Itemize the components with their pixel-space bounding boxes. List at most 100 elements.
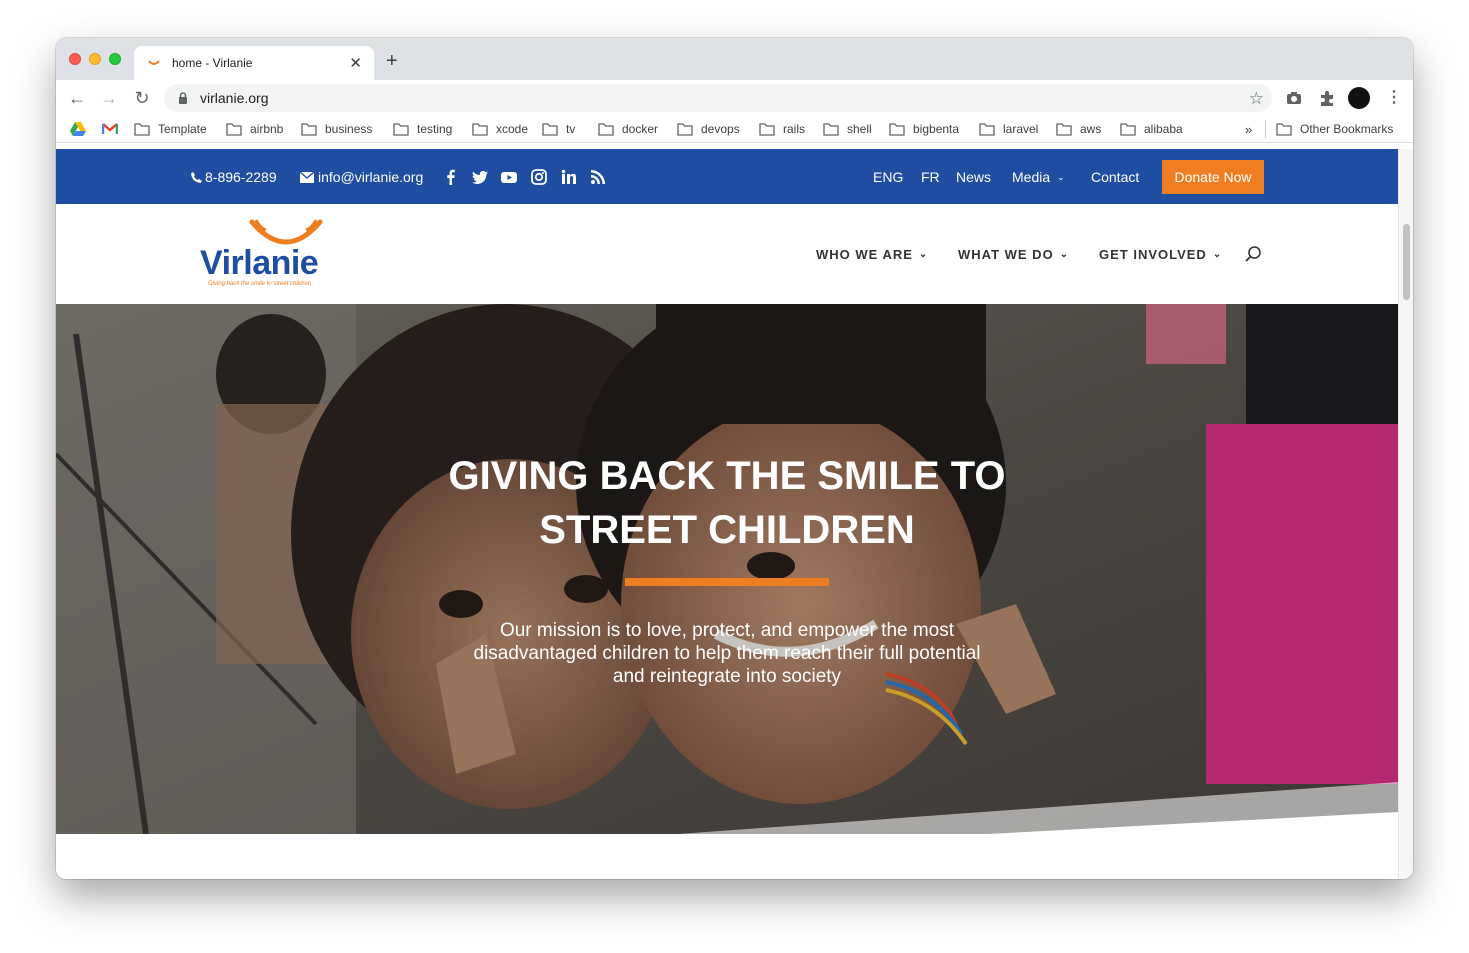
bookmark-label: testing	[417, 122, 453, 136]
hero-accent-bar	[625, 578, 829, 586]
folder-icon	[979, 122, 995, 136]
rss-icon[interactable]	[590, 169, 606, 185]
lang-eng-link[interactable]: ENG	[873, 169, 903, 185]
bookmark-star-icon[interactable]: ☆	[1249, 89, 1264, 109]
hero-heading-line2: STREET CHILDREN	[539, 508, 915, 552]
profile-avatar[interactable]	[1348, 87, 1370, 109]
menu-what-label: WHAT WE DO	[958, 247, 1054, 262]
logo-tagline: Giving back the smile to street children	[208, 281, 312, 287]
bookmark-airbnb[interactable]: airbnb	[226, 120, 283, 138]
chevron-down-icon: ⌄	[918, 249, 929, 260]
address-bar[interactable]: virlanie.org ☆	[164, 84, 1272, 112]
maximize-window-button[interactable]	[109, 53, 121, 65]
folder-icon	[1276, 122, 1292, 136]
lang-fr-link[interactable]: FR	[921, 169, 940, 185]
bookmark-shell[interactable]: shell	[823, 120, 872, 138]
contact-link[interactable]: Contact	[1091, 169, 1139, 185]
bookmark-label: business	[325, 122, 373, 136]
phone-icon	[191, 171, 202, 183]
forward-button[interactable]: →	[98, 87, 120, 109]
bookmark-bigbenta[interactable]: bigbenta	[889, 120, 959, 138]
bookmark-label: alibaba	[1144, 122, 1183, 136]
hero-section: GIVING BACK THE SMILE TO STREET CHILDREN…	[56, 304, 1398, 879]
donate-button[interactable]: Donate Now	[1162, 160, 1264, 194]
bookmarks-overflow-button[interactable]: »	[1245, 120, 1252, 138]
bookmark-label: bigbenta	[913, 122, 960, 136]
bookmark-label: laravel	[1003, 122, 1039, 136]
bookmark-laravel[interactable]: laravel	[979, 120, 1038, 138]
extensions-puzzle-icon[interactable]	[1318, 89, 1336, 107]
folder-icon	[1120, 122, 1136, 136]
hero-mission-text: Our mission is to love, protect, and emp…	[416, 619, 1038, 688]
close-window-button[interactable]	[69, 53, 81, 65]
bookmark-template[interactable]: Template	[134, 120, 207, 138]
menu-involved-label: GET INVOLVED	[1099, 247, 1207, 262]
menu-what-we-do[interactable]: WHAT WE DO ⌄	[958, 247, 1069, 262]
search-icon[interactable]	[1244, 245, 1262, 263]
menu-get-involved[interactable]: GET INVOLVED ⌄	[1099, 247, 1222, 262]
virlanie-logo[interactable]: Virlanie Giving back the smile to street…	[200, 218, 340, 292]
bookmark-xcode[interactable]: xcode	[472, 120, 528, 138]
folder-icon	[598, 122, 614, 136]
minimize-window-button[interactable]	[89, 53, 101, 65]
browser-window: home - Virlanie ✕ + ← → ↻ virlanie.org ☆…	[56, 38, 1413, 879]
bookmark-business[interactable]: business	[301, 120, 372, 138]
chevron-down-icon: ⌄	[1059, 249, 1070, 260]
news-link[interactable]: News	[956, 169, 991, 185]
other-bookmarks-folder[interactable]: Other Bookmarks	[1276, 120, 1393, 138]
other-bookmarks-label: Other Bookmarks	[1300, 122, 1394, 136]
folder-icon	[472, 122, 488, 136]
hero-diagonal-divider	[56, 782, 1398, 879]
folder-icon	[759, 122, 775, 136]
hero-heading: GIVING BACK THE SMILE TO STREET CHILDREN	[406, 449, 1048, 557]
folder-icon	[301, 122, 317, 136]
bookmark-label: devops	[701, 122, 740, 136]
top-contact-bar: 8-896-2289 info@virlanie.org ENG FR News…	[56, 149, 1398, 204]
folder-icon	[823, 122, 839, 136]
page-viewport: 8-896-2289 info@virlanie.org ENG FR News…	[56, 149, 1398, 879]
instagram-icon[interactable]	[531, 169, 547, 185]
phone-link[interactable]: 8-896-2289	[190, 169, 277, 185]
page-scrollbar[interactable]	[1398, 149, 1413, 879]
menu-who-we-are[interactable]: WHO WE ARE ⌄	[816, 247, 928, 262]
bookmark-aws[interactable]: aws	[1056, 120, 1101, 138]
twitter-icon[interactable]	[472, 169, 488, 185]
chevron-down-icon: ⌄	[1212, 249, 1223, 260]
mission-line2: disadvantaged children to help them reac…	[473, 643, 981, 664]
youtube-icon[interactable]	[501, 169, 517, 185]
bookmark-devops[interactable]: devops	[677, 120, 740, 138]
new-tab-button[interactable]: +	[386, 50, 398, 73]
bookmark-alibaba[interactable]: alibaba	[1120, 120, 1183, 138]
google-drive-icon[interactable]	[70, 122, 86, 136]
site-header: Virlanie Giving back the smile to street…	[56, 204, 1398, 304]
camera-extension-icon[interactable]	[1285, 89, 1303, 107]
bookmark-rails[interactable]: rails	[759, 120, 805, 138]
bookmark-label: rails	[783, 122, 806, 136]
folder-icon	[226, 122, 242, 136]
bookmark-tv[interactable]: tv	[542, 120, 575, 138]
phone-number: 8-896-2289	[205, 169, 277, 185]
chevron-down-icon: ⌄	[1057, 171, 1065, 182]
linkedin-icon[interactable]	[561, 169, 577, 185]
gmail-icon[interactable]	[102, 123, 118, 135]
back-button[interactable]: ←	[66, 87, 88, 109]
scrollbar-thumb[interactable]	[1403, 224, 1410, 300]
bookmark-testing[interactable]: testing	[393, 120, 452, 138]
folder-icon	[1056, 122, 1072, 136]
hero-heading-line1: GIVING BACK THE SMILE TO	[448, 454, 1006, 498]
folder-icon	[889, 122, 905, 136]
bookmarks-bar: Template airbnb business testing xcode tv dock…	[56, 116, 1413, 143]
email-link[interactable]: info@virlanie.org	[300, 169, 423, 185]
bookmark-docker[interactable]: docker	[598, 120, 658, 138]
mission-line3: and reintegrate into society	[612, 666, 842, 687]
browser-tab[interactable]: home - Virlanie ✕	[134, 46, 374, 80]
browser-menu-icon[interactable]: ⋮	[1386, 87, 1402, 107]
media-label: Media	[1012, 169, 1051, 185]
bookmarks-separator	[1265, 121, 1266, 138]
close-tab-icon[interactable]: ✕	[349, 54, 362, 72]
media-menu[interactable]: Media ⌄	[1012, 169, 1065, 185]
reload-button[interactable]: ↻	[131, 87, 153, 109]
menu-who-label: WHO WE ARE	[816, 247, 913, 262]
bookmark-label: xcode	[496, 122, 529, 136]
facebook-icon[interactable]	[443, 169, 459, 185]
